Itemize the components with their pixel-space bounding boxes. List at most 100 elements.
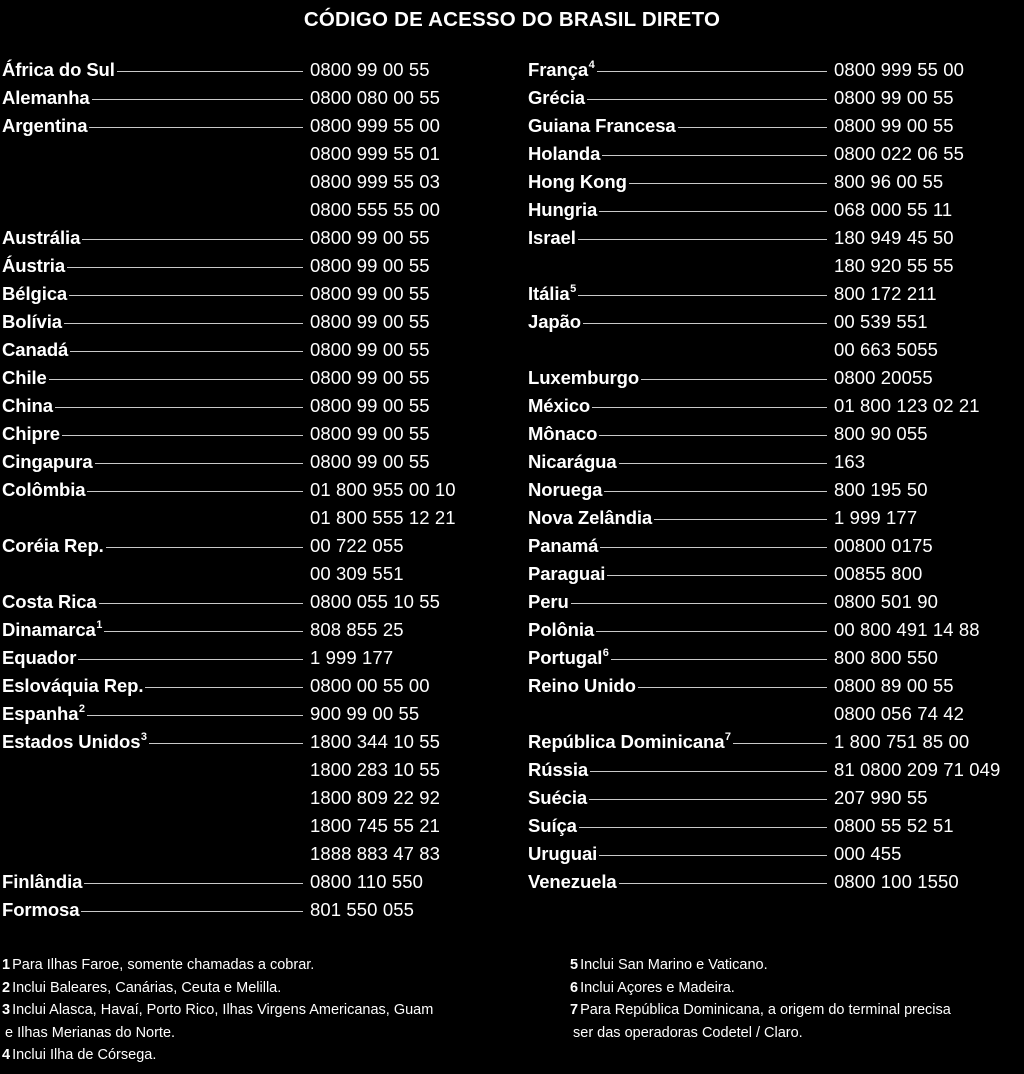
- leader-line: [641, 379, 827, 380]
- country-row: Panamá 00800 0175: [528, 532, 1024, 560]
- leader-line: [530, 351, 827, 352]
- leader-line: [677, 127, 827, 128]
- country-name: Equador: [2, 647, 77, 668]
- country-name: Áustria: [2, 255, 66, 276]
- phone-number: 00855 800: [834, 563, 923, 584]
- country-row: Colômbia 01 800 955 00 10: [2, 476, 520, 504]
- leader-line: [599, 435, 827, 436]
- country-name: Finlândia: [2, 871, 83, 892]
- country-name: Venezuela: [528, 871, 617, 892]
- leader-line: [62, 435, 303, 436]
- phone-number: 207 990 55: [834, 787, 928, 808]
- country-row: 01 800 555 12 21: [2, 504, 520, 532]
- country-name: Panamá: [528, 535, 599, 556]
- phone-number: 180 949 45 50: [834, 227, 954, 248]
- country-row: Costa Rica 0800 055 10 55: [2, 588, 520, 616]
- leader-line: [530, 715, 827, 716]
- phone-number: 800 800 550: [834, 647, 938, 668]
- leader-line: [592, 407, 827, 408]
- country-name: Paraguai: [528, 563, 606, 584]
- phone-number: 0800 99 00 55: [310, 283, 430, 304]
- leader-line: [67, 267, 303, 268]
- phone-number: 0800 110 550: [310, 871, 423, 892]
- leader-line: [654, 519, 827, 520]
- phone-number: 0800 501 90: [834, 591, 938, 612]
- country-row: 00 309 551: [2, 560, 520, 588]
- leader-line: [145, 687, 303, 688]
- leader-line: [148, 743, 303, 744]
- phone-number: 0800 55 52 51: [834, 815, 954, 836]
- phone-number: 1 999 177: [310, 647, 394, 668]
- country-row: Venezuela 0800 100 1550: [528, 868, 1024, 896]
- country-name: Suécia: [528, 787, 588, 808]
- footnote-marker: 6: [602, 646, 609, 659]
- leader-line: [578, 295, 827, 296]
- phone-number: 0800 99 00 55: [310, 367, 430, 388]
- footnote-text: Inclui Açores e Madeira.: [580, 979, 735, 996]
- phone-number: 1888 883 47 83: [310, 843, 440, 864]
- footnote-column-right: 5 Inclui San Marino e Vaticano. 6 Inclui Aç…: [520, 954, 1024, 1067]
- country-name: Nova Zelândia: [528, 507, 653, 528]
- phone-number: 0800 99 00 55: [834, 87, 954, 108]
- phone-number: 00 663 5055: [834, 339, 938, 360]
- phone-number: 0800 100 1550: [834, 871, 959, 892]
- footnote-item: 4 Inclui Ilha de Córsega.: [2, 1044, 520, 1067]
- leader-line: [570, 603, 827, 604]
- country-name: Nicarágua: [528, 451, 617, 472]
- phone-number: 0800 20055: [834, 367, 933, 388]
- country-row: Mônaco 800 90 055: [528, 420, 1024, 448]
- phone-number: 0800 999 55 00: [310, 115, 440, 136]
- phone-number: 00800 0175: [834, 535, 933, 556]
- leader-line: [63, 323, 303, 324]
- country-name: Cingapura: [2, 451, 93, 472]
- country-row: 0800 056 74 42: [528, 700, 1024, 728]
- country-name: Argentina: [2, 115, 88, 136]
- country-name: Noruega: [528, 479, 603, 500]
- country-row: Hungria 068 000 55 11: [528, 196, 1024, 224]
- phone-number: 800 195 50: [834, 479, 928, 500]
- country-row: 1800 809 22 92: [2, 784, 520, 812]
- leader-line: [116, 71, 303, 72]
- country-row: Estados Unidos3 1800 344 10 55: [2, 728, 520, 756]
- leader-line: [628, 183, 827, 184]
- leader-line: [98, 603, 303, 604]
- leader-line: [4, 827, 303, 828]
- country-row: Uruguai 000 455: [528, 840, 1024, 868]
- leader-line: [86, 715, 303, 716]
- footnote-item: 5 Inclui San Marino e Vaticano.: [570, 954, 1024, 977]
- country-row: China 0800 99 00 55: [2, 392, 520, 420]
- country-name: Guiana Francesa: [528, 115, 676, 136]
- footnote-number: 4: [2, 1047, 11, 1064]
- country-row: Luxemburgo 0800 20055: [528, 364, 1024, 392]
- phone-number: 800 96 00 55: [834, 171, 944, 192]
- phone-number: 1 999 177: [834, 507, 918, 528]
- footnote-marker: 1: [96, 618, 103, 631]
- phone-number: 01 800 123 02 21: [834, 395, 980, 416]
- country-row: Cingapura 0800 99 00 55: [2, 448, 520, 476]
- leader-line: [596, 71, 827, 72]
- footnote-number: 2: [2, 979, 11, 996]
- leader-line: [4, 183, 303, 184]
- country-row: Nova Zelândia 1 999 177: [528, 504, 1024, 532]
- phone-number: 0800 999 55 00: [834, 59, 964, 80]
- phone-number: 0800 99 00 55: [310, 339, 430, 360]
- footnote-number: 3: [2, 1002, 11, 1019]
- leader-line: [578, 827, 827, 828]
- phone-number: 0800 999 55 01: [310, 143, 440, 164]
- country-row: Itália5 800 172 211: [528, 280, 1024, 308]
- country-row: Dinamarca1 808 855 25: [2, 616, 520, 644]
- leader-line: [78, 659, 303, 660]
- leader-line: [637, 687, 827, 688]
- country-name: República Dominicana7: [528, 730, 731, 752]
- footnote-marker: 4: [588, 58, 595, 71]
- leader-line: [590, 771, 827, 772]
- country-name: México: [528, 395, 591, 416]
- leader-line: [599, 211, 827, 212]
- country-row: Reino Unido 0800 89 00 55: [528, 672, 1024, 700]
- country-row: Bolívia 0800 99 00 55: [2, 308, 520, 336]
- leader-line: [732, 743, 827, 744]
- phone-number: 00 722 055: [310, 535, 404, 556]
- country-name: Eslováquia Rep.: [2, 675, 144, 696]
- country-row: França4 0800 999 55 00: [528, 56, 1024, 84]
- country-name: Luxemburgo: [528, 367, 640, 388]
